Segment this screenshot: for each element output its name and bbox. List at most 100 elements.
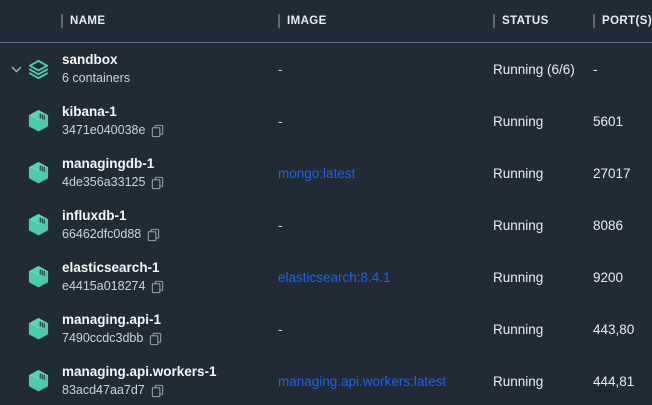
status-cell: Running — [485, 199, 585, 251]
image-cell: mongo:latest — [270, 147, 485, 199]
ports-text: 5601 — [593, 114, 623, 129]
container-id: 3471e040038e — [62, 123, 145, 138]
table-row[interactable]: managing.api.workers-1 83acd47aa7d7 mana… — [0, 355, 652, 405]
container-icon — [26, 109, 50, 133]
status-cell: Running — [485, 303, 585, 355]
name-cell: elasticsearch-1 e4415a018274 — [53, 251, 270, 303]
status-cell: Running — [485, 147, 585, 199]
column-header-image: IMAGE — [270, 0, 485, 42]
image-name: - — [278, 62, 283, 77]
container-id: 66462dfc0d88 — [62, 227, 141, 242]
container-subtext: 4de356a33125 — [62, 175, 164, 190]
image-name[interactable]: mongo:latest — [278, 166, 355, 181]
name-cell: managingdb-1 4de356a33125 — [53, 147, 270, 199]
container-subtext: 66462dfc0d88 — [62, 227, 160, 242]
status-cell: Running (6/6) — [485, 43, 585, 95]
container-icon — [26, 317, 50, 341]
container-name: elasticsearch-1 — [62, 260, 160, 276]
column-header-status: STATUS — [485, 0, 585, 42]
container-subtext: 3471e040038e — [62, 123, 164, 138]
container-name: managing.api-1 — [62, 312, 161, 328]
image-name[interactable]: managing.api.workers:latest — [278, 374, 446, 389]
status-cell: Running — [485, 251, 585, 303]
status-cell: Running — [485, 355, 585, 405]
container-name: sandbox — [62, 52, 118, 68]
image-name: - — [278, 218, 283, 233]
image-cell: - — [270, 303, 485, 355]
row-toggle-cell — [0, 147, 53, 199]
name-cell: sandbox 6 containers — [53, 43, 270, 95]
header-spacer — [0, 0, 53, 42]
row-toggle-cell — [0, 199, 53, 251]
ports-cell: 443,80 — [585, 303, 652, 355]
container-subtext: 83acd47aa7d7 — [62, 383, 164, 398]
status-cell: Running — [485, 95, 585, 147]
status-text: Running — [493, 218, 543, 233]
table-row[interactable]: managing.api-1 7490ccdc3dbb - Running — [0, 303, 652, 355]
container-id: 4de356a33125 — [62, 175, 145, 190]
row-toggle-cell — [0, 95, 53, 147]
copy-icon[interactable] — [151, 280, 164, 294]
table-row[interactable]: sandbox 6 containers - Running (6/6) — [0, 43, 652, 95]
row-toggle-cell — [0, 355, 53, 405]
ports-cell: 5601 — [585, 95, 652, 147]
ports-text: 444,81 — [593, 374, 634, 389]
status-text: Running — [493, 322, 543, 337]
ports-text: - — [593, 62, 598, 77]
status-text: Running — [493, 114, 543, 129]
name-cell: kibana-1 3471e040038e — [53, 95, 270, 147]
container-icon — [26, 213, 50, 237]
image-cell: - — [270, 43, 485, 95]
container-subtext: 6 containers — [62, 71, 130, 86]
column-header-name: NAME — [53, 0, 270, 42]
ports-cell: 9200 — [585, 251, 652, 303]
table-row[interactable]: kibana-1 3471e040038e - Running — [0, 95, 652, 147]
container-name: kibana-1 — [62, 104, 117, 120]
image-name: - — [278, 114, 283, 129]
copy-icon[interactable] — [151, 384, 164, 398]
container-id: 83acd47aa7d7 — [62, 383, 145, 398]
image-cell: - — [270, 95, 485, 147]
container-id: e4415a018274 — [62, 279, 145, 294]
table-row[interactable]: managingdb-1 4de356a33125 mongo:latest R… — [0, 147, 652, 199]
table-row[interactable]: influxdb-1 66462dfc0d88 - Running — [0, 199, 652, 251]
ports-cell: 444,81 — [585, 355, 652, 405]
copy-icon[interactable] — [147, 228, 160, 242]
container-name: managingdb-1 — [62, 156, 154, 172]
status-text: Running — [493, 270, 543, 285]
containers-table: NAME IMAGE STATUS PORT(S) — [0, 0, 652, 405]
table-header: NAME IMAGE STATUS PORT(S) — [0, 0, 652, 43]
container-id: 7490ccdc3dbb — [62, 331, 143, 346]
ports-text: 9200 — [593, 270, 623, 285]
ports-text: 443,80 — [593, 322, 634, 337]
name-cell: influxdb-1 66462dfc0d88 — [53, 199, 270, 251]
container-id: 6 containers — [62, 71, 130, 86]
copy-icon[interactable] — [149, 332, 162, 346]
container-icon — [26, 265, 50, 289]
row-toggle-cell — [0, 303, 53, 355]
name-cell: managing.api-1 7490ccdc3dbb — [53, 303, 270, 355]
ports-cell: - — [585, 43, 652, 95]
ports-text: 27017 — [593, 166, 631, 181]
container-subtext: e4415a018274 — [62, 279, 164, 294]
copy-icon[interactable] — [151, 176, 164, 190]
status-text: Running (6/6) — [493, 62, 575, 77]
chevron-down-icon[interactable] — [9, 66, 23, 73]
table-body: sandbox 6 containers - Running (6/6) — [0, 43, 652, 405]
row-toggle-cell — [0, 251, 53, 303]
table-row[interactable]: elasticsearch-1 e4415a018274 elasticsear… — [0, 251, 652, 303]
ports-text: 8086 — [593, 218, 623, 233]
status-text: Running — [493, 374, 543, 389]
image-name[interactable]: elasticsearch:8.4.1 — [278, 270, 391, 285]
image-cell: elasticsearch:8.4.1 — [270, 251, 485, 303]
container-icon — [26, 161, 50, 185]
stack-icon — [26, 58, 50, 81]
ports-cell: 8086 — [585, 199, 652, 251]
container-subtext: 7490ccdc3dbb — [62, 331, 162, 346]
container-name: managing.api.workers-1 — [62, 364, 217, 380]
column-header-ports: PORT(S) — [585, 0, 652, 42]
copy-icon[interactable] — [151, 124, 164, 138]
container-icon — [26, 369, 50, 393]
status-text: Running — [493, 166, 543, 181]
image-cell: managing.api.workers:latest — [270, 355, 485, 405]
